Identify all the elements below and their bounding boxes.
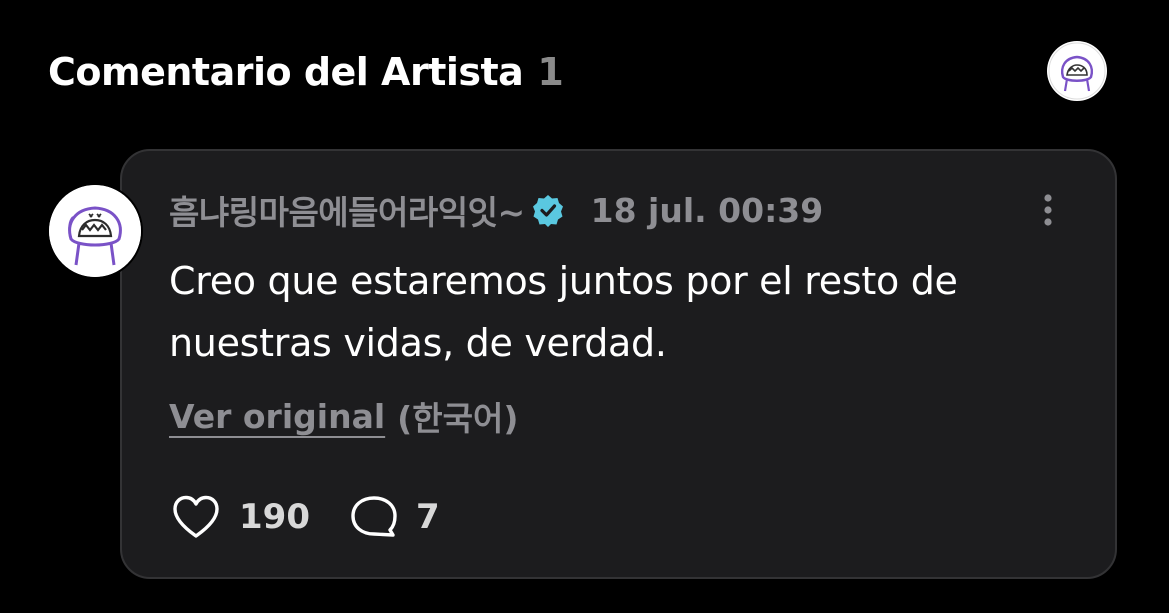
comment-meta: 흠냐링마음에들어라익잇~ 18 jul. 00:39	[169, 186, 824, 234]
heart-icon	[173, 495, 219, 538]
section-header: Comentario del Artista 1	[48, 44, 564, 100]
more-options-button[interactable]	[1036, 190, 1060, 230]
author-name[interactable]: 흠냐링마음에들어라익잇~	[169, 186, 525, 234]
reply-button[interactable]: 7	[350, 494, 440, 540]
view-original-link[interactable]: Ver original	[169, 397, 385, 436]
translation-row: Ver original (한국어)	[169, 392, 518, 440]
verified-badge-icon	[532, 195, 563, 227]
comment-timestamp: 18 jul. 00:39	[590, 190, 824, 230]
commenter-avatar-icon[interactable]	[47, 183, 143, 279]
reply-count: 7	[415, 497, 440, 537]
more-vertical-icon	[1044, 194, 1052, 226]
like-count: 190	[239, 497, 310, 537]
comment-text: Creo que estaremos juntos por el resto d…	[169, 259, 958, 365]
original-language: (한국어)	[397, 399, 519, 438]
artist-avatar-icon[interactable]	[1047, 41, 1107, 101]
comment-count: 1	[537, 50, 564, 94]
comment-actions: 190 7	[171, 492, 440, 542]
comment-bubble-icon	[351, 496, 397, 537]
section-title: Comentario del Artista	[48, 50, 524, 94]
like-button[interactable]: 190	[171, 494, 310, 540]
